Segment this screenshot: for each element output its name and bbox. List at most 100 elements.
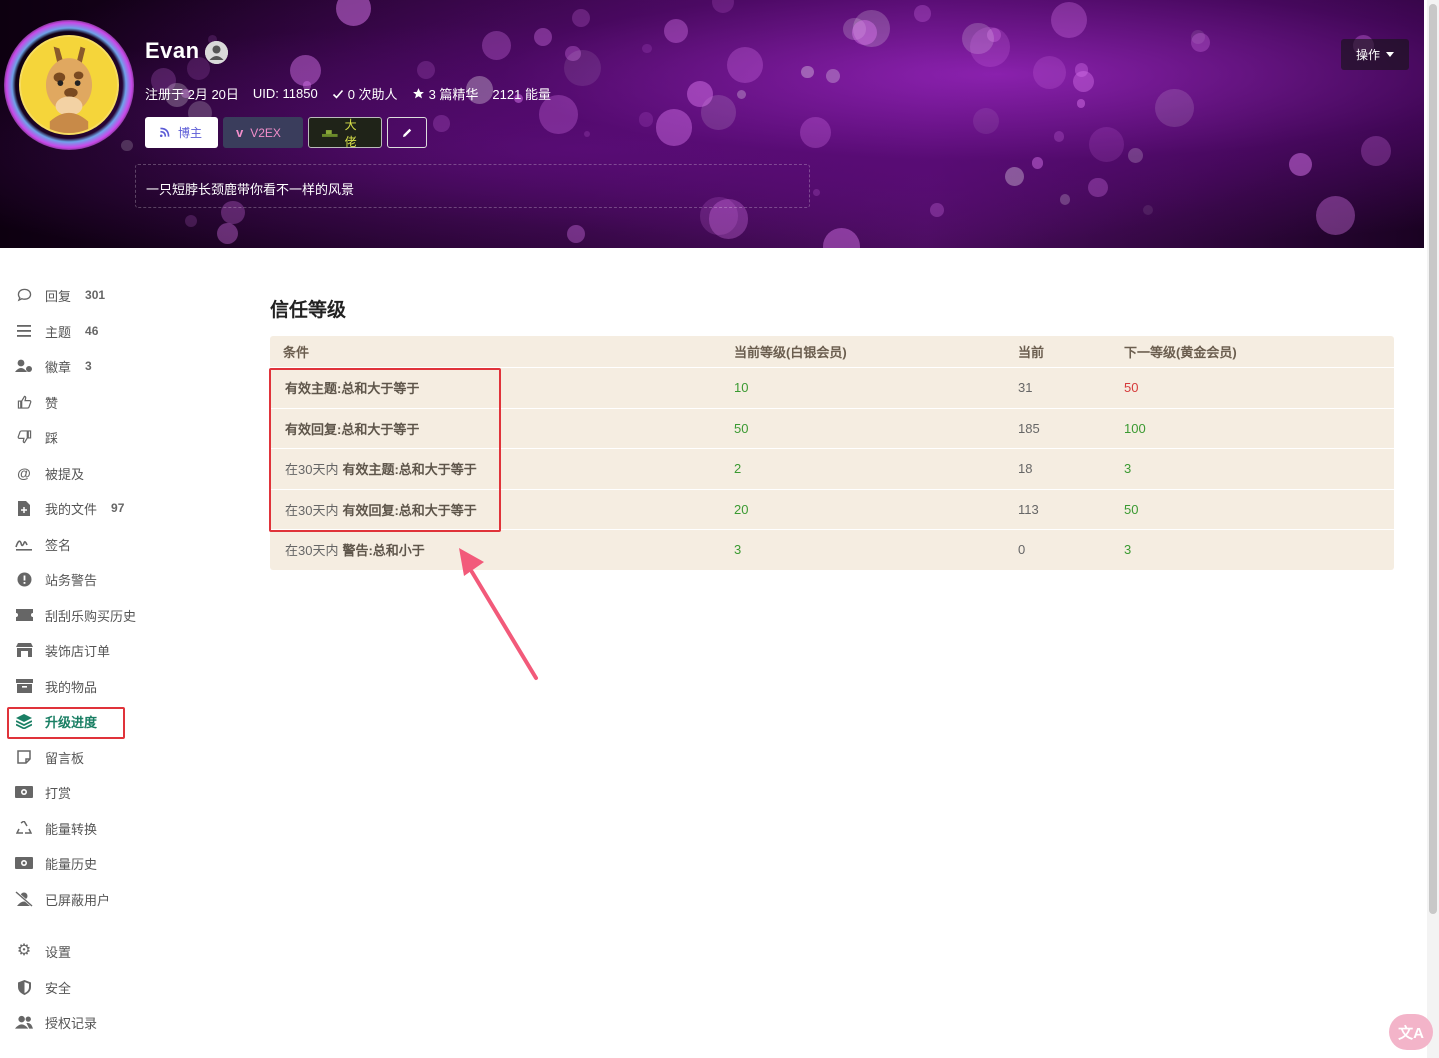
sidebar-item-gear[interactable]: ⚙ 设置	[8, 936, 208, 966]
sidebar-item-recycle[interactable]: 能量转换	[8, 813, 208, 843]
edit-profile-button[interactable]	[387, 117, 427, 148]
operations-dropdown[interactable]: 操作	[1341, 39, 1409, 70]
sidebar-item-box[interactable]: 我的物品	[8, 671, 208, 701]
current-level-value: 50	[734, 420, 749, 436]
condition-text: 有效主题:总和大于等于	[285, 381, 420, 397]
gear-icon: ⚙	[16, 942, 32, 959]
condition-cell: 在30天内 有效主题:总和大于等于	[285, 449, 477, 489]
sidebar-item-user-badge[interactable]: 徽章 3	[8, 351, 208, 381]
sidebar-item-ticket[interactable]: 刮刮乐购买历史	[8, 600, 208, 630]
sidebar-item-layers[interactable]: 升级进度	[8, 706, 208, 736]
bokeh-dot	[1315, 196, 1355, 236]
bokeh-dot	[1143, 205, 1154, 216]
sidebar-item-store[interactable]: 装饰店订单	[8, 635, 208, 665]
sidebar-item-signature[interactable]: 签名	[8, 529, 208, 559]
bokeh-dot	[656, 109, 693, 146]
sidebar-item-money-history[interactable]: 能量历史	[8, 848, 208, 878]
profile-banner: Evan 注册于 2月 20日 UID: 11850 0 次助人 3 篇精华 2…	[0, 0, 1424, 248]
header-condition: 条件	[283, 345, 310, 360]
badge-boss[interactable]: 大佬	[308, 117, 382, 149]
bokeh-dot	[433, 115, 450, 132]
user-badge-icon	[15, 358, 33, 374]
store-icon	[15, 642, 33, 658]
sidebar-item-users[interactable]: 授权记录	[8, 1007, 208, 1037]
sidebar-item-file[interactable]: 我的文件 97	[8, 493, 208, 523]
badge-blogger[interactable]: 博主	[145, 117, 218, 148]
current-level-value: 20	[734, 501, 749, 517]
money-history-icon	[15, 855, 33, 871]
avatar[interactable]	[19, 35, 119, 135]
sidebar-item-label: 授权记录	[45, 1015, 98, 1031]
sidebar-item-comment[interactable]: 回复 301	[8, 280, 208, 310]
bokeh-dot	[1088, 126, 1124, 162]
sidebar-item-label: 主题	[45, 324, 72, 340]
bokeh-dot	[1059, 194, 1071, 205]
scrollbar-thumb[interactable]	[1429, 4, 1437, 914]
current-value: 18	[1018, 461, 1033, 477]
sidebar-item-label: 装饰店订单	[45, 643, 111, 659]
v2ex-logo-icon: v	[236, 125, 244, 140]
recycle-icon	[15, 820, 33, 836]
bokeh-dot	[1033, 56, 1066, 90]
bokeh-dot	[533, 28, 552, 47]
sidebar-item-thumbs-up[interactable]: 赞	[8, 387, 208, 417]
table-row: 在30天内 有效回复:总和大于等于 20 113 50	[270, 488, 1394, 530]
thumbs-up-icon	[15, 394, 33, 410]
next-level-value: 50	[1124, 380, 1139, 396]
table-row: 有效主题:总和大于等于 10 31 50	[270, 367, 1394, 408]
bokeh-dot	[823, 227, 861, 248]
bokeh-dot	[1004, 166, 1025, 187]
bokeh-dot	[969, 26, 1010, 67]
bokeh-dot	[812, 189, 820, 197]
sidebar-item-label: 签名	[45, 537, 72, 553]
table-body: 有效主题:总和大于等于 10 31 50 有效回复:总和大于等于 50 185 100 在30天…	[270, 367, 1394, 570]
sidebar-item-money[interactable]: 打赏	[8, 777, 208, 807]
sidebar-item-label: 刮刮乐购买历史	[45, 608, 137, 624]
table-row: 有效回复:总和大于等于 50 185 100	[270, 407, 1394, 449]
bokeh-dot	[825, 69, 840, 84]
bokeh-dot	[571, 9, 590, 28]
user-name: Evan	[145, 38, 200, 63]
bokeh-dot	[1127, 147, 1144, 164]
profile-stats: 注册于 2月 20日 UID: 11850 0 次助人 3 篇精华 2121 能…	[145, 84, 551, 103]
bokeh-dot	[711, 0, 735, 14]
sidebar-item-thumbs-down[interactable]: 踩	[8, 422, 208, 452]
energy-count: 2121 能量	[492, 87, 551, 102]
bokeh-dot	[1190, 32, 1211, 53]
sidebar-item-at[interactable]: @ 被提及	[8, 458, 208, 488]
current-value: 0	[1018, 542, 1026, 558]
featured-count[interactable]: 3 篇精华	[412, 84, 478, 103]
translate-button[interactable]: 文A	[1389, 1014, 1433, 1050]
sidebar-item-list[interactable]: 主题 46	[8, 316, 208, 346]
page-scrollbar[interactable]	[1427, 0, 1439, 1058]
bokeh-dot	[121, 139, 133, 152]
condition-prefix: 在30天内	[285, 462, 339, 478]
sidebar-item-count: 301	[85, 288, 106, 302]
sidebar-item-label: 被提及	[45, 466, 85, 482]
sidebar-item-label: 我的文件	[45, 501, 98, 517]
bokeh-dot	[930, 202, 944, 217]
bokeh-dot	[184, 215, 197, 228]
current-value: 113	[1018, 501, 1039, 517]
bokeh-dot	[972, 107, 999, 134]
sidebar-item-warning[interactable]: 站务警告	[8, 564, 208, 594]
condition-prefix: 在30天内	[285, 543, 339, 559]
bokeh-dot	[335, 0, 372, 27]
sidebar-item-user-block[interactable]: 已屏蔽用户	[8, 884, 208, 914]
sidebar-item-note[interactable]: 留言板	[8, 742, 208, 772]
signature-icon	[15, 536, 33, 552]
sidebar-item-count: 46	[85, 324, 99, 338]
sidebar-item-shield[interactable]: 安全	[8, 972, 208, 1002]
user-uid: UID: 11850	[252, 86, 318, 101]
page-title: 信任等级	[270, 300, 347, 321]
sidebar-item-label: 能量转换	[45, 821, 98, 837]
bokeh-dot	[642, 43, 652, 54]
bokeh-dot	[1051, 2, 1088, 39]
sidebar-item-label: 打赏	[45, 785, 72, 801]
caret-down-icon	[1386, 52, 1394, 57]
badge-v2ex[interactable]: v V2EX	[223, 117, 303, 148]
box-icon	[15, 678, 33, 694]
helped-count[interactable]: 0 次助人	[332, 84, 398, 103]
sidebar-item-label: 留言板	[45, 750, 85, 766]
bokeh-dot	[727, 46, 764, 83]
